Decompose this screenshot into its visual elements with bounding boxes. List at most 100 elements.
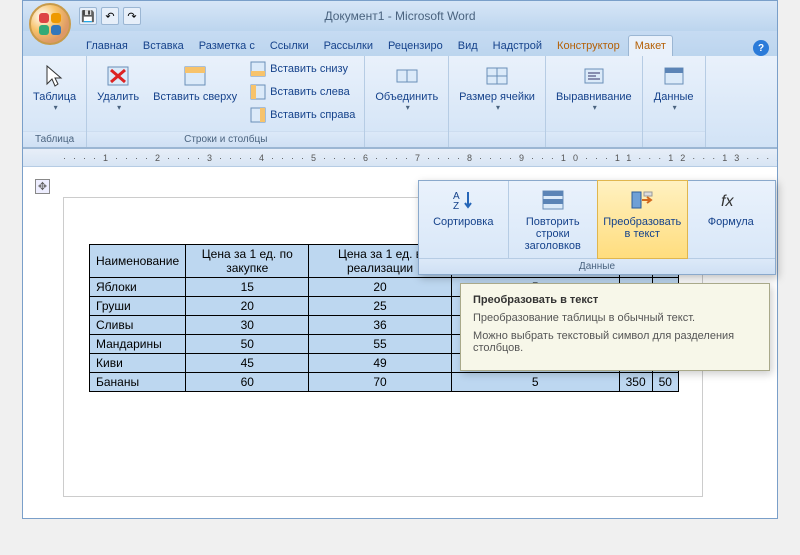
select-table-button[interactable]: Таблица ▾: [27, 58, 82, 117]
group-cell-size: Размер ячейки ▾: [449, 56, 546, 147]
table-cell[interactable]: 36: [309, 316, 451, 335]
data-dropdown-group-label: Данные: [419, 259, 775, 274]
table-move-handle[interactable]: ✥: [35, 179, 50, 194]
table-cell[interactable]: Киви: [90, 354, 186, 373]
sort-az-icon: AZ: [450, 187, 476, 213]
tab-insert[interactable]: Вставка: [136, 35, 191, 56]
group-table: Таблица ▾ Таблица: [23, 56, 87, 147]
table-cell[interactable]: 60: [186, 373, 309, 392]
table-header[interactable]: Цена за 1 ед. по закупке: [186, 245, 309, 278]
svg-text:fx: fx: [721, 193, 734, 210]
qat-save-icon[interactable]: 💾: [79, 7, 97, 25]
table-cell[interactable]: 20: [309, 278, 451, 297]
tab-references[interactable]: Ссылки: [263, 35, 316, 56]
data-icon: [661, 63, 687, 89]
horizontal-ruler[interactable]: ····1····2····3····4····5····6····7····8…: [23, 149, 777, 167]
insert-col-right-icon: [250, 107, 266, 123]
tab-pagelayout[interactable]: Разметка с: [192, 35, 262, 56]
table-cell[interactable]: Сливы: [90, 316, 186, 335]
table-header[interactable]: Наименование: [90, 245, 186, 278]
tab-mailings[interactable]: Рассылки: [317, 35, 380, 56]
ribbon: Таблица ▾ Таблица Удалить ▾: [23, 56, 777, 148]
cell-size-icon: [484, 63, 510, 89]
window-title: Документ1 - Microsoft Word: [324, 9, 475, 23]
convert-to-text-icon: [629, 187, 655, 213]
table-cell[interactable]: 15: [186, 278, 309, 297]
group-data: Данные ▾: [643, 56, 706, 147]
group-merge: Объединить ▾: [365, 56, 449, 147]
chevron-down-icon: ▾: [673, 103, 677, 112]
ribbon-tabstrip: Главная Вставка Разметка с Ссылки Рассыл…: [23, 31, 777, 56]
insert-above-button[interactable]: Вставить сверху: [147, 58, 243, 108]
chevron-down-icon: ▾: [117, 103, 121, 112]
table-cell[interactable]: Груши: [90, 297, 186, 316]
table-cell[interactable]: 49: [309, 354, 451, 373]
table-cell[interactable]: 5: [451, 373, 619, 392]
formula-fx-icon: fx: [718, 187, 744, 213]
group-alignment: Выравнивание ▾: [546, 56, 643, 147]
insert-left-button[interactable]: Вставить слева: [245, 81, 360, 103]
merge-button[interactable]: Объединить ▾: [369, 58, 444, 117]
tooltip-line-2: Можно выбрать текстовый символ для разде…: [473, 330, 757, 354]
qat-redo-icon[interactable]: ↷: [123, 7, 141, 25]
repeat-headers-icon: [540, 187, 566, 213]
merge-cells-icon: [394, 63, 420, 89]
help-icon[interactable]: ?: [753, 40, 769, 56]
table-cell[interactable]: 350: [619, 373, 652, 392]
tooltip-title: Преобразовать в текст: [473, 294, 757, 306]
cell-size-button[interactable]: Размер ячейки ▾: [453, 58, 541, 117]
table-cell[interactable]: 50: [652, 373, 678, 392]
table-cell[interactable]: 25: [309, 297, 451, 316]
table-cell[interactable]: 20: [186, 297, 309, 316]
insert-col-left-icon: [250, 84, 266, 100]
convert-to-text-button[interactable]: Преобразовать в текст: [597, 180, 688, 259]
group-data-label: [643, 131, 705, 147]
repeat-header-rows-button[interactable]: Повторить строки заголовков: [509, 181, 599, 258]
titlebar: 💾 ↶ ↷ Документ1 - Microsoft Word Ра...: [23, 1, 777, 31]
group-cellsize-label: [449, 131, 545, 147]
tab-review[interactable]: Рецензиро: [381, 35, 450, 56]
office-button[interactable]: [29, 3, 71, 45]
delete-button[interactable]: Удалить ▾: [91, 58, 145, 117]
data-button[interactable]: Данные ▾: [647, 58, 701, 117]
table-cell[interactable]: Яблоки: [90, 278, 186, 297]
data-dropdown-panel: AZ Сортировка Повторить строки заголовко…: [418, 180, 776, 275]
table-cell[interactable]: 55: [309, 335, 451, 354]
tooltip-line-1: Преобразование таблицы в обычный текст.: [473, 312, 757, 324]
group-alignment-label: [546, 131, 642, 147]
sort-button[interactable]: AZ Сортировка: [419, 181, 509, 258]
table-cell[interactable]: 50: [186, 335, 309, 354]
tab-addins[interactable]: Надстрой: [486, 35, 549, 56]
alignment-button[interactable]: Выравнивание ▾: [550, 58, 638, 117]
insert-row-above-icon: [182, 63, 208, 89]
quick-access-toolbar: 💾 ↶ ↷: [79, 7, 141, 25]
group-rows-columns: Удалить ▾ Вставить сверху Вставить снизу: [87, 56, 365, 147]
table-cell[interactable]: 70: [309, 373, 451, 392]
svg-text:Z: Z: [453, 201, 459, 212]
insert-right-button[interactable]: Вставить справа: [245, 104, 360, 126]
delete-table-icon: [105, 63, 131, 89]
insert-below-button[interactable]: Вставить снизу: [245, 58, 360, 80]
table-row[interactable]: Бананы6070535050: [90, 373, 679, 392]
qat-undo-icon[interactable]: ↶: [101, 7, 119, 25]
tab-home[interactable]: Главная: [79, 35, 135, 56]
insert-row-below-icon: [250, 61, 266, 77]
group-rows-columns-label: Строки и столбцы: [87, 131, 364, 147]
tab-layout[interactable]: Макет: [628, 35, 673, 56]
table-cell[interactable]: Бананы: [90, 373, 186, 392]
alignment-icon: [581, 63, 607, 89]
tooltip: Преобразовать в текст Преобразование таб…: [460, 283, 770, 371]
chevron-down-icon: ▾: [406, 103, 410, 112]
group-merge-label: [365, 131, 448, 147]
group-table-label: Таблица: [23, 131, 86, 147]
chevron-down-icon: ▾: [593, 103, 597, 112]
chevron-down-icon: ▾: [496, 103, 500, 112]
chevron-down-icon: ▾: [54, 103, 58, 112]
formula-button[interactable]: fx Формула: [687, 181, 776, 258]
table-cell[interactable]: 45: [186, 354, 309, 373]
table-cell[interactable]: 30: [186, 316, 309, 335]
cursor-icon: [42, 63, 68, 89]
tab-design[interactable]: Конструктор: [550, 35, 627, 56]
tab-view[interactable]: Вид: [451, 35, 485, 56]
table-cell[interactable]: Мандарины: [90, 335, 186, 354]
